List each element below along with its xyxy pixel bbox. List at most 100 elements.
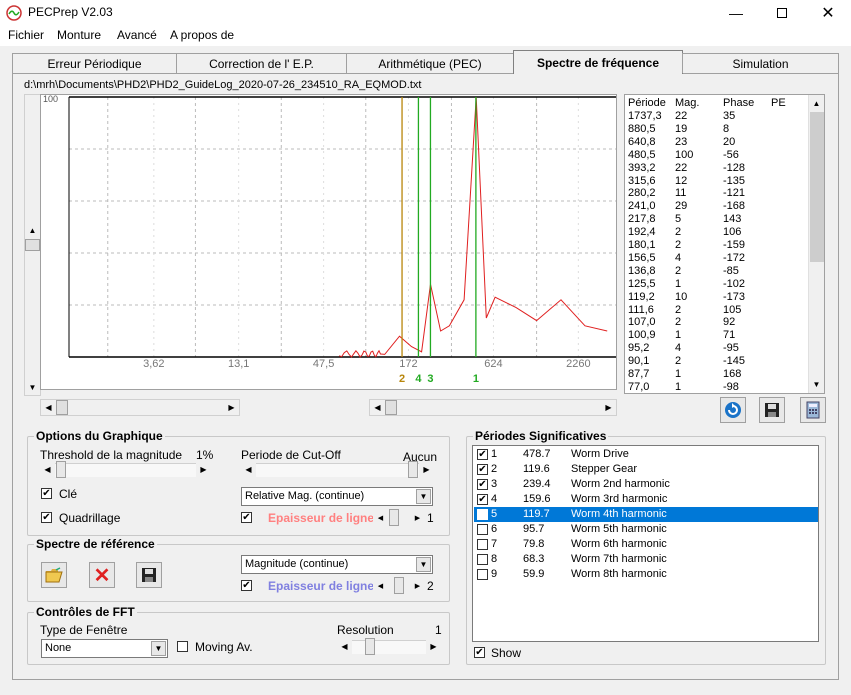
show-checkbox[interactable]: ✔ (474, 647, 485, 658)
significant-list[interactable]: ✔ 1 478.7 Worm Drive ✔ 2 119.6 Stepper Gear ✔ 3 23… (472, 445, 819, 642)
refresh-icon (725, 402, 741, 418)
period-row[interactable]: ✔ 4 159.6 Worm 3rd harmonic (474, 492, 818, 507)
chart-hscroll-left[interactable]: ◀ ▶ (40, 399, 240, 416)
slider-left-icon[interactable]: ◀ (373, 578, 388, 593)
period-row[interactable]: 7 79.8 Worm 6th harmonic (474, 537, 818, 552)
period-row[interactable]: ✔ 2 119.6 Stepper Gear (474, 462, 818, 477)
period-row[interactable]: ✔ 1 478.7 Worm Drive (474, 447, 818, 462)
slider-left-icon[interactable]: ◀ (373, 510, 388, 525)
period-row[interactable]: 9 59.9 Worm 8th harmonic (474, 567, 818, 582)
slider-thumb[interactable] (394, 577, 404, 594)
window-type-select[interactable]: None ▼ (41, 639, 168, 658)
moving-av-label: Moving Av. (195, 640, 253, 654)
reference-mode-select[interactable]: Magnitude (continue) ▼ (241, 555, 433, 574)
tab-correction[interactable]: Correction de l' E.P. (176, 53, 347, 73)
scroll-right-icon[interactable]: ▶ (601, 400, 616, 415)
scroll-thumb[interactable] (56, 400, 68, 415)
cle-checkbox[interactable]: ✔ (41, 488, 52, 499)
moving-av-checkbox[interactable] (177, 641, 188, 652)
period-row[interactable]: 5 119.7 Worm 4th harmonic (474, 507, 818, 522)
slider-thumb[interactable] (389, 509, 399, 526)
phase-cell: -56 (723, 148, 739, 161)
clear-button[interactable]: ✕ (89, 562, 115, 588)
menu-avance[interactable]: Avancé (117, 28, 157, 42)
phase-cell: 168 (723, 368, 742, 380)
period-checkbox[interactable]: ✔ (477, 479, 488, 490)
file-path: d:\mrh\Documents\PHD2\PHD2_GuideLog_2020… (24, 79, 422, 91)
scroll-thumb[interactable] (25, 239, 40, 251)
scroll-thumb[interactable] (385, 400, 397, 415)
menu-monture[interactable]: Monture (57, 28, 101, 42)
chart-hscroll-right[interactable]: ◀ ▶ (369, 399, 617, 416)
grid-checkbox[interactable]: ✔ (41, 512, 52, 523)
save-reference-button[interactable] (136, 562, 162, 588)
save-button[interactable] (759, 397, 785, 423)
peak-list-scrollbar[interactable]: ▲ ▼ (808, 95, 824, 393)
slider-right-icon[interactable]: ▶ (196, 462, 211, 477)
period-row[interactable]: ✔ 3 239.4 Worm 2nd harmonic (474, 477, 818, 492)
display-mode-select[interactable]: Relative Mag. (continue) ▼ (241, 487, 433, 506)
tab-erreur-periodique[interactable]: Erreur Périodique (12, 53, 177, 73)
ref-line-width-slider[interactable]: ◀ ▶ (373, 577, 425, 594)
period-row[interactable]: 6 95.7 Worm 5th harmonic (474, 522, 818, 537)
scroll-left-icon[interactable]: ◀ (41, 400, 56, 415)
line-width-checkbox[interactable]: ✔ (241, 512, 252, 523)
scroll-up-icon[interactable]: ▲ (25, 223, 40, 238)
menu-a-propos[interactable]: A propos de (170, 28, 234, 42)
refresh-button[interactable] (720, 397, 746, 423)
menu-fichier[interactable]: Fichier (8, 28, 44, 42)
period-cell: 480,5 (628, 148, 656, 161)
period-row[interactable]: 8 68.3 Worm 7th harmonic (474, 552, 818, 567)
peak-list[interactable]: Période Mag. Phase PE 1737,3 22 35 880,5 19 8… (624, 94, 825, 394)
slider-right-icon[interactable]: ▶ (410, 510, 425, 525)
period-checkbox[interactable]: ✔ (477, 464, 488, 475)
scroll-down-icon[interactable]: ▼ (809, 377, 824, 392)
threshold-slider[interactable]: ◀ ▶ (40, 461, 211, 478)
period-checkbox[interactable]: ✔ (477, 449, 488, 460)
scroll-up-icon[interactable]: ▲ (809, 96, 824, 111)
chart-vertical-scrollbar[interactable]: ▲ ▼ (24, 94, 41, 396)
chevron-down-icon[interactable]: ▼ (416, 557, 431, 572)
x-tick-label: 13,1 (228, 358, 249, 370)
slider-thumb[interactable] (408, 461, 418, 478)
open-file-button[interactable] (41, 562, 67, 588)
tab-arithmetique[interactable]: Arithmétique (PEC) (346, 53, 514, 73)
slider-right-icon[interactable]: ▶ (419, 462, 434, 477)
cutoff-slider[interactable]: ◀ ▶ (241, 461, 434, 478)
minimize-button[interactable]: — (713, 0, 759, 26)
slider-left-icon[interactable]: ◀ (241, 462, 256, 477)
tab-spectre[interactable]: Spectre de fréquence (513, 50, 683, 74)
scroll-thumb[interactable] (810, 112, 824, 262)
scroll-right-icon[interactable]: ▶ (224, 400, 239, 415)
spectrum-line (338, 96, 608, 358)
period-checkbox[interactable] (477, 569, 488, 580)
slider-thumb[interactable] (365, 638, 375, 655)
period-checkbox[interactable] (477, 524, 488, 535)
chevron-down-icon[interactable]: ▼ (151, 641, 166, 656)
line-width-slider[interactable]: ◀ ▶ (373, 509, 425, 526)
period-checkbox[interactable] (477, 554, 488, 565)
period-checkbox[interactable] (477, 539, 488, 550)
grid-label: Quadrillage (59, 511, 121, 525)
minimize-icon: — (729, 5, 743, 21)
slider-left-icon[interactable]: ◀ (40, 462, 55, 477)
calculator-button[interactable] (800, 397, 826, 423)
resolution-slider[interactable]: ◀ ▶ (337, 638, 441, 655)
slider-thumb[interactable] (56, 461, 66, 478)
period-checkbox[interactable]: ✔ (477, 494, 488, 505)
period-checkbox[interactable] (477, 509, 488, 520)
ref-line-width-checkbox[interactable]: ✔ (241, 580, 252, 591)
slider-left-icon[interactable]: ◀ (337, 639, 352, 654)
slider-right-icon[interactable]: ▶ (410, 578, 425, 593)
scroll-left-icon[interactable]: ◀ (370, 400, 385, 415)
scroll-down-icon[interactable]: ▼ (25, 380, 40, 395)
tab-simulation[interactable]: Simulation (682, 53, 839, 73)
maximize-button[interactable] (759, 0, 805, 26)
close-button[interactable]: ✕ (805, 0, 851, 26)
chevron-down-icon[interactable]: ▼ (416, 489, 431, 504)
mag-cell: 1 (675, 368, 682, 380)
marker-label: 4 (415, 373, 422, 385)
slider-right-icon[interactable]: ▶ (426, 639, 441, 654)
mag-cell: 2 (675, 226, 682, 239)
col-mag: Mag. (675, 97, 700, 109)
